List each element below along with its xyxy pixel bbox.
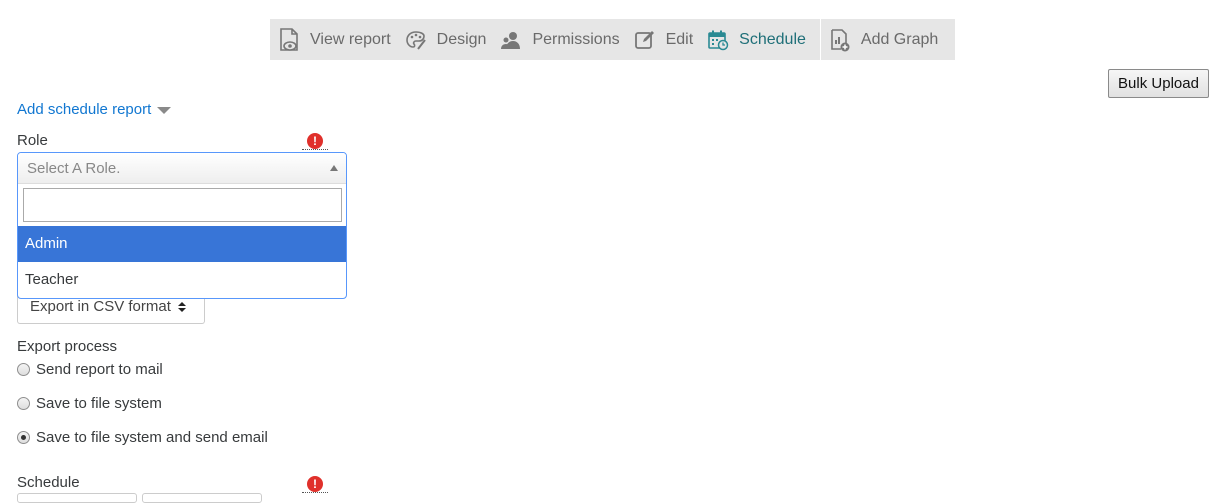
schedule-label: Schedule xyxy=(17,474,80,491)
required-underline xyxy=(302,492,328,493)
required-underline xyxy=(302,149,328,150)
role-option-admin[interactable]: Admin xyxy=(18,226,346,262)
tab-label: Design xyxy=(436,30,487,48)
tab-add-graph[interactable]: Add Graph xyxy=(821,19,944,60)
tab-label: Add Graph xyxy=(860,30,939,48)
add-graph-icon xyxy=(827,27,853,53)
radio-button[interactable] xyxy=(17,397,30,410)
tab-schedule[interactable]: Schedule xyxy=(699,19,812,60)
add-schedule-report-toggle[interactable]: Add schedule report xyxy=(17,101,172,118)
role-label: Role xyxy=(17,132,48,149)
required-icon: ! xyxy=(307,133,323,149)
radio-button[interactable] xyxy=(17,363,30,376)
tab-label: Edit xyxy=(665,30,694,48)
updown-arrows-icon xyxy=(177,301,186,312)
tab-edit[interactable]: Edit xyxy=(626,19,700,60)
radio-label: Save to file system xyxy=(36,395,162,412)
schedule-calendar-icon xyxy=(705,27,731,53)
tab-label: View report xyxy=(310,30,391,48)
radio-save-and-email[interactable]: Save to file system and send email xyxy=(17,429,268,446)
radio-send-report-to-mail[interactable]: Send report to mail xyxy=(17,361,163,378)
radio-button-checked[interactable] xyxy=(17,431,30,444)
tab-view-report[interactable]: View report xyxy=(270,19,397,60)
export-process-label: Export process xyxy=(17,338,118,355)
caret-down-icon xyxy=(157,107,172,114)
role-option-teacher[interactable]: Teacher xyxy=(18,262,346,298)
role-select-dropdown[interactable]: Select A Role. Admin Teacher xyxy=(17,152,347,299)
role-search-wrapper xyxy=(18,184,346,226)
schedule-select-1[interactable] xyxy=(17,493,137,503)
edit-pencil-icon xyxy=(632,27,658,53)
radio-label: Send report to mail xyxy=(36,361,163,378)
tab-permissions[interactable]: Permissions xyxy=(492,19,625,60)
bulk-upload-button[interactable]: Bulk Upload xyxy=(1108,69,1209,98)
tab-label: Permissions xyxy=(532,30,620,48)
tab-label: Schedule xyxy=(739,30,806,48)
radio-label: Save to file system and send email xyxy=(36,429,268,446)
radio-save-to-file-system[interactable]: Save to file system xyxy=(17,395,162,412)
role-search-input[interactable] xyxy=(23,188,342,222)
role-select-placeholder: Select A Role. xyxy=(27,159,121,177)
export-format-value: Export in CSV format xyxy=(30,298,171,315)
report-toolbar: View report Design Permissions Edit Sche… xyxy=(270,19,955,60)
tab-design[interactable]: Design xyxy=(397,19,493,60)
required-icon: ! xyxy=(307,476,323,492)
view-report-icon xyxy=(276,27,302,53)
permissions-users-icon xyxy=(498,27,524,53)
arrow-up-icon xyxy=(330,165,338,171)
section-title: Add schedule report xyxy=(17,101,152,118)
role-select-toggle[interactable]: Select A Role. xyxy=(18,153,346,184)
design-palette-icon xyxy=(403,27,429,53)
schedule-select-2[interactable] xyxy=(142,493,262,503)
